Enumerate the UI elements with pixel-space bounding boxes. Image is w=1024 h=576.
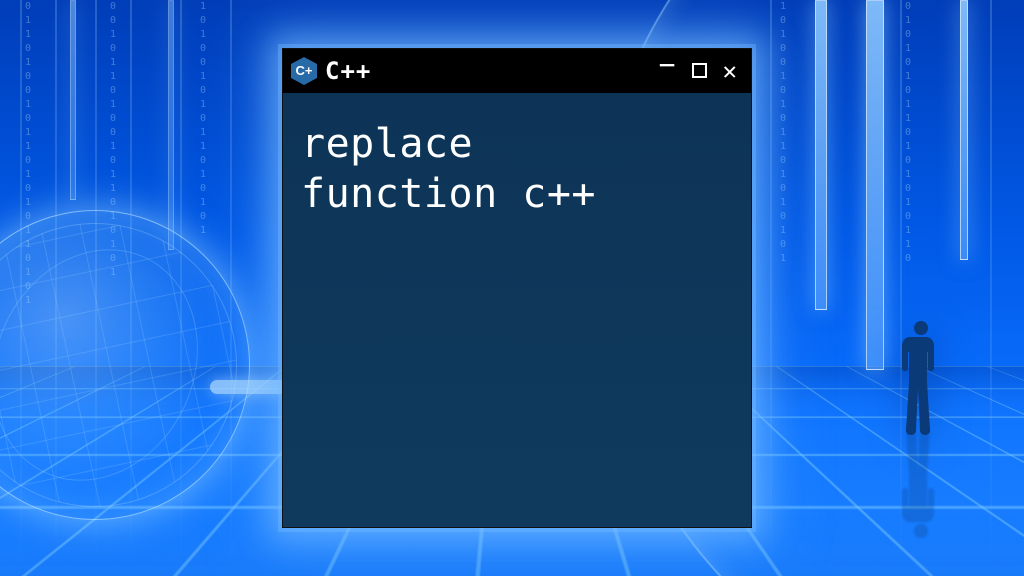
window-title: C++ (325, 59, 371, 83)
minimize-button[interactable]: − (655, 49, 680, 81)
titlebar[interactable]: C+ C++ − ✕ (283, 49, 751, 93)
code-line-2: function c++ (301, 171, 596, 217)
man-reflection (898, 438, 944, 538)
cpp-logo-text: C+ (296, 64, 313, 77)
pillar (866, 0, 884, 370)
pillar (815, 0, 827, 310)
man-silhouette (898, 321, 944, 436)
pillar (960, 0, 968, 260)
close-button[interactable]: ✕ (719, 57, 741, 85)
terminal-content: replace function c++ (283, 93, 751, 527)
terminal-window: C+ C++ − ✕ replace function c++ (282, 48, 752, 528)
code-text: replace function c++ (301, 119, 733, 219)
cpp-logo-icon: C+ (291, 57, 317, 85)
titlebar-left: C+ C++ (291, 57, 371, 85)
pillar (70, 0, 76, 200)
maximize-button[interactable] (688, 59, 711, 83)
pillar (168, 0, 174, 250)
globe-arrow (210, 380, 290, 394)
code-line-1: replace (301, 121, 473, 167)
